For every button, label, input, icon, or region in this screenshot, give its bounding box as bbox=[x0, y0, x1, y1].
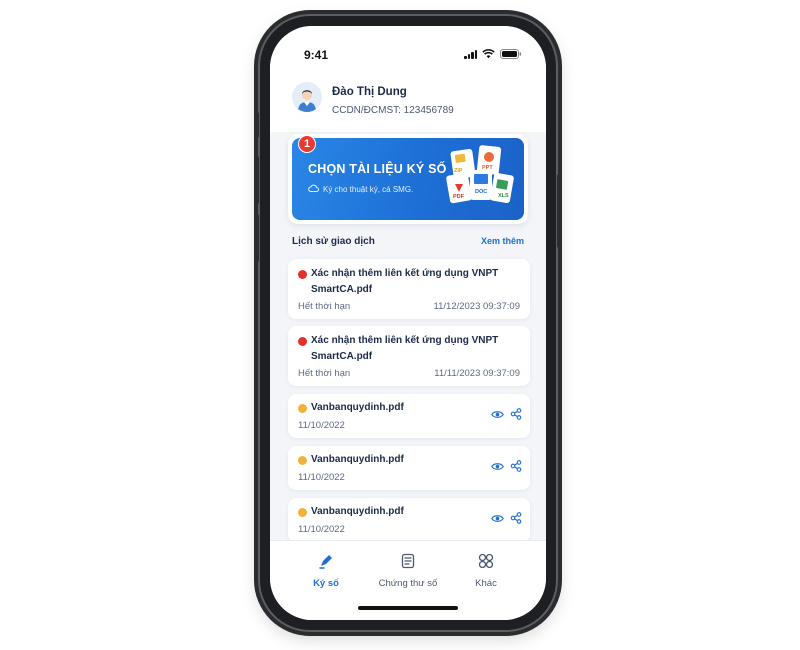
step-badge: 1 bbox=[298, 135, 316, 153]
nav-other[interactable]: Khác bbox=[446, 553, 526, 589]
choose-document-card[interactable]: 1 CHỌN TÀI LIỆU KÝ SỐ Ký cho thuật ký, c… bbox=[288, 134, 528, 224]
power-button bbox=[557, 174, 561, 248]
transaction-item[interactable]: Vanbanquydinh.pdf 11/10/2022 bbox=[288, 498, 530, 542]
user-name: Đào Thị Dung bbox=[332, 86, 407, 98]
status-dot bbox=[298, 404, 307, 413]
transaction-item[interactable]: Xác nhận thêm liên kết ứng dụng VNPT Sma… bbox=[288, 259, 530, 319]
transaction-item[interactable]: Vanbanquydinh.pdf 11/10/2022 bbox=[288, 394, 530, 438]
battery-icon bbox=[500, 49, 522, 59]
banner-subtitle: Ký cho thuật ký, cá SMG. bbox=[308, 184, 413, 194]
transaction-date: 11/10/2022 bbox=[298, 472, 345, 483]
phone-screen: 9:41 Đào Thị Dung CCDN/ĐCMST: 123456789 … bbox=[270, 26, 546, 620]
transaction-name: Vanbanquydinh.pdf bbox=[311, 454, 404, 465]
nav-sign[interactable]: Ký số bbox=[286, 553, 366, 589]
transaction-date: 11/10/2022 bbox=[298, 420, 345, 431]
nav-certificate-label: Chứng thư số bbox=[378, 578, 438, 589]
user-header: Đào Thị Dung CCDN/ĐCMST: 123456789 bbox=[270, 70, 546, 132]
cellular-signal-icon bbox=[464, 49, 477, 59]
see-more-link[interactable]: Xem thêm bbox=[481, 236, 524, 246]
certificate-icon bbox=[400, 553, 416, 574]
user-id: CCDN/ĐCMST: 123456789 bbox=[332, 105, 454, 116]
status-dot bbox=[298, 337, 307, 346]
view-icon[interactable] bbox=[491, 410, 504, 419]
share-icon[interactable] bbox=[510, 460, 522, 472]
transaction-status: Hết thời hạn bbox=[298, 368, 351, 379]
home-indicator bbox=[358, 606, 458, 610]
pdf-label: PDF bbox=[453, 194, 464, 200]
transaction-item[interactable]: Xác nhận thêm liên kết ứng dụng VNPT Sma… bbox=[288, 326, 530, 386]
status-dot bbox=[298, 270, 307, 279]
mute-switch bbox=[255, 112, 259, 138]
share-icon[interactable] bbox=[510, 512, 522, 524]
nav-other-label: Khác bbox=[475, 578, 497, 589]
item-actions bbox=[491, 460, 522, 472]
ppt-label: PPT bbox=[482, 165, 493, 171]
transaction-item[interactable]: Vanbanquydinh.pdf 11/10/2022 bbox=[288, 446, 530, 490]
zip-label: ZIP bbox=[454, 168, 463, 174]
transaction-time: 11/12/2023 09:37:09 bbox=[433, 301, 520, 312]
phone-frame: 9:41 Đào Thị Dung CCDN/ĐCMST: 123456789 … bbox=[255, 14, 561, 632]
volume-up-button bbox=[255, 156, 259, 204]
view-icon[interactable] bbox=[491, 514, 504, 523]
history-title: Lịch sử giao dịch bbox=[292, 236, 375, 247]
transaction-name: Vanbanquydinh.pdf bbox=[311, 506, 404, 517]
share-icon[interactable] bbox=[510, 408, 522, 420]
transaction-status: Hết thời hạn bbox=[298, 301, 351, 312]
doc-label: DOC bbox=[475, 189, 488, 195]
item-actions bbox=[491, 512, 522, 524]
status-time: 9:41 bbox=[304, 48, 329, 62]
item-actions bbox=[491, 408, 522, 420]
documents-illustration: ZIP PPT PDF DOC XLS bbox=[446, 144, 516, 208]
status-dot bbox=[298, 456, 307, 465]
status-icons bbox=[464, 49, 522, 59]
doc-file-icon bbox=[470, 170, 492, 200]
choose-document-banner[interactable]: 1 CHỌN TÀI LIỆU KÝ SỐ Ký cho thuật ký, c… bbox=[292, 135, 524, 220]
xls-label: XLS bbox=[498, 193, 509, 199]
cloud-icon bbox=[308, 184, 319, 194]
transaction-name: Xác nhận thêm liên kết ứng dụng VNPT Sma… bbox=[311, 268, 499, 295]
transaction-time: 11/11/2023 09:37:09 bbox=[434, 368, 520, 379]
avatar[interactable] bbox=[292, 82, 322, 112]
view-icon[interactable] bbox=[491, 462, 504, 471]
banner-subtitle-text: Ký cho thuật ký, cá SMG. bbox=[323, 184, 414, 194]
wifi-icon bbox=[482, 49, 495, 59]
status-dot bbox=[298, 508, 307, 517]
nav-sign-label: Ký số bbox=[313, 578, 339, 589]
transaction-date: 11/10/2022 bbox=[298, 524, 345, 535]
banner-title: CHỌN TÀI LIỆU KÝ SỐ bbox=[308, 162, 447, 176]
volume-down-button bbox=[255, 214, 259, 262]
transaction-name: Xác nhận thêm liên kết ứng dụng VNPT Sma… bbox=[311, 335, 499, 362]
grid-icon bbox=[478, 553, 494, 574]
pen-sign-icon bbox=[318, 553, 334, 574]
nav-certificate[interactable]: Chứng thư số bbox=[368, 553, 448, 589]
transaction-name: Vanbanquydinh.pdf bbox=[311, 402, 404, 413]
status-bar: 9:41 bbox=[270, 26, 546, 70]
